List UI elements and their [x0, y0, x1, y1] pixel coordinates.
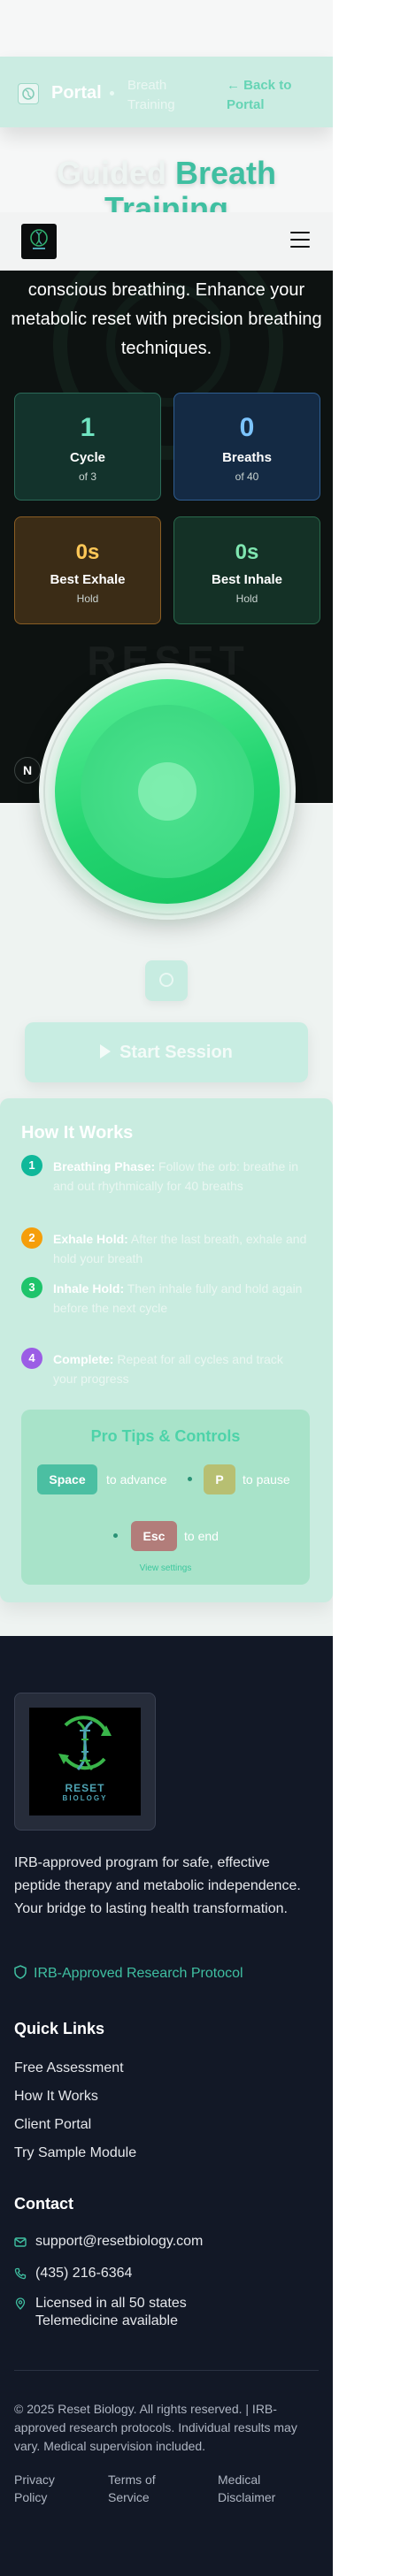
- stat-card-cycle: 1 Cycle of 3: [14, 393, 161, 501]
- top-nav: [0, 212, 333, 271]
- start-session-button[interactable]: Start Session: [25, 1022, 308, 1082]
- terms-of-service-link[interactable]: Terms of Service: [108, 2471, 188, 2506]
- privacy-policy-link[interactable]: Privacy Policy: [14, 2471, 85, 2506]
- link-free-assessment[interactable]: Free Assessment: [14, 2060, 124, 2076]
- site-logo[interactable]: [21, 224, 57, 259]
- contact-title: Contact: [14, 2195, 73, 2213]
- separator-dot: [113, 1533, 118, 1538]
- back-to-portal-link[interactable]: ← Back to Portal: [227, 76, 303, 115]
- link-how-it-works[interactable]: How It Works: [14, 2089, 98, 2105]
- play-icon: [100, 1044, 112, 1059]
- settings-icon: [159, 973, 173, 987]
- shield-icon: [14, 1965, 27, 1979]
- quick-links-title: Quick Links: [14, 2020, 105, 2037]
- space-key-badge: Space: [37, 1464, 97, 1494]
- footer-divider: [14, 2370, 319, 2371]
- phone-icon: [14, 2267, 27, 2280]
- step-number: 3: [21, 1277, 42, 1298]
- irb-badge: IRB-Approved Research Protocol: [14, 1965, 243, 1982]
- hamburger-menu-icon[interactable]: [290, 232, 310, 249]
- portal-logo-icon[interactable]: [18, 83, 39, 104]
- mail-icon: [14, 2237, 27, 2247]
- link-try-sample-module[interactable]: Try Sample Module: [14, 2145, 136, 2161]
- footer-description: IRB-approved program for safe, effective…: [14, 1855, 301, 1916]
- stat-card-breaths: 0 Breaths of 40: [173, 393, 320, 501]
- site-footer: RESET BIOLOGY IRB-approved program for s…: [0, 1636, 333, 2576]
- hero-subtitle: conscious breathing. Enhance your metabo…: [11, 280, 322, 358]
- step-number: 4: [21, 1348, 42, 1369]
- medical-disclaimer-link[interactable]: Medical Disclaimer: [218, 2471, 306, 2506]
- p-key-badge: P: [204, 1464, 235, 1494]
- how-it-works-title: How It Works: [21, 1123, 134, 1143]
- tip-pause: to pause: [243, 1472, 290, 1487]
- copyright-text: © 2025 Reset Biology. All rights reserve…: [14, 2402, 297, 2453]
- settings-button[interactable]: [145, 960, 188, 1001]
- user-badge[interactable]: N: [14, 757, 41, 784]
- portal-label[interactable]: Portal: [51, 83, 102, 103]
- footer-logo-card: RESET BIOLOGY: [14, 1693, 156, 1831]
- tip-end: to end: [184, 1529, 219, 1543]
- breath-training-app: Portal Breath Training ← Back to Portal …: [0, 0, 333, 1636]
- separator-dot: [188, 1477, 192, 1481]
- breadcrumb-separator: [110, 91, 114, 96]
- link-client-portal[interactable]: Client Portal: [14, 2117, 91, 2133]
- settings-link[interactable]: View settings: [21, 1563, 310, 1573]
- esc-key-badge: Esc: [131, 1521, 177, 1551]
- breadcrumb-current: Breath Training: [127, 78, 175, 112]
- step-number: 2: [21, 1227, 42, 1249]
- footer-logo[interactable]: RESET BIOLOGY: [29, 1708, 141, 1815]
- portal-header: Portal Breath Training ← Back to Portal: [0, 57, 333, 127]
- tip-advance: to advance: [106, 1472, 167, 1487]
- pro-tips-title: Pro Tips & Controls: [90, 1427, 241, 1445]
- stat-card-best-inhale: 0s Best Inhale Hold: [173, 516, 320, 624]
- breathing-orb-core: [138, 762, 196, 821]
- step-number: 1: [21, 1155, 42, 1176]
- stat-card-best-exhale: 0s Best Exhale Hold: [14, 516, 161, 624]
- location-pin-icon: [15, 2297, 26, 2310]
- how-it-works-panel: How It Works 1 Breathing Phase: Follow t…: [0, 1098, 333, 1602]
- pro-tips-box: Pro Tips & Controls Space to advance P t…: [21, 1410, 310, 1585]
